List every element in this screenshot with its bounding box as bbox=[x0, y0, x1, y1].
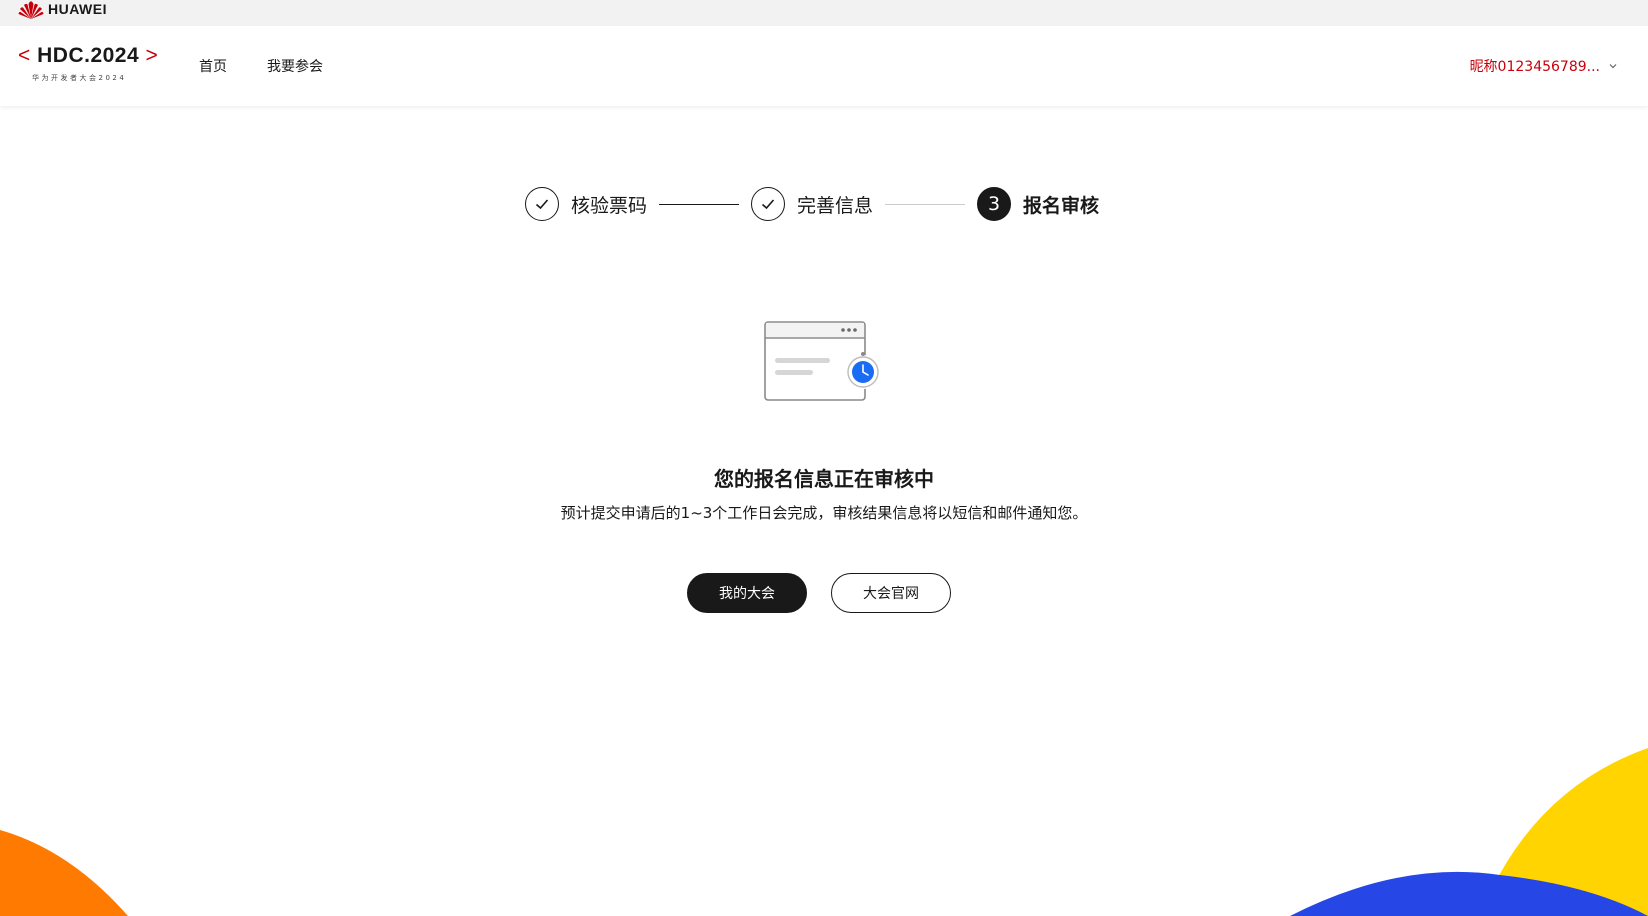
user-menu[interactable]: 昵称0123456789... bbox=[1470, 56, 1618, 76]
progress-steps: 核验票码 完善信息 3 报名审核 bbox=[525, 186, 1099, 222]
user-nickname: 昵称0123456789... bbox=[1469, 59, 1600, 75]
step-number-badge: 3 bbox=[977, 187, 1012, 221]
step-complete-info: 完善信息 bbox=[751, 187, 873, 221]
hdc-logo-subtitle: 华为开发者大会2024 bbox=[32, 74, 127, 82]
action-buttons: 我的大会 大会官网 bbox=[687, 573, 951, 613]
step-review: 3 报名审核 bbox=[977, 187, 1099, 221]
status-description: 预计提交申请后的1~3个工作日会完成，审核结果信息将以短信和邮件通知您。 bbox=[560, 504, 1088, 522]
huawei-logo-icon[interactable] bbox=[18, 0, 44, 20]
decorative-background-shapes bbox=[0, 748, 1648, 916]
hdc-logo-title: < HDC.2024 > bbox=[18, 44, 159, 67]
check-icon bbox=[751, 187, 786, 221]
main-nav: 首页 我要参会 bbox=[199, 56, 323, 76]
nav-attend-link[interactable]: 我要参会 bbox=[267, 56, 323, 76]
step-connector bbox=[885, 203, 966, 205]
review-pending-illustration-icon bbox=[764, 321, 880, 401]
my-conference-button[interactable]: 我的大会 bbox=[687, 573, 807, 613]
status-title: 您的报名信息正在审核中 bbox=[714, 467, 934, 491]
conference-website-button[interactable]: 大会官网 bbox=[831, 573, 951, 613]
huawei-brand-text[interactable]: HUAWEI bbox=[48, 1, 107, 17]
blue-corner-shape bbox=[1290, 871, 1648, 916]
orange-corner-shape bbox=[0, 830, 128, 916]
site-header: < HDC.2024 > 华为开发者大会2024 首页 我要参会 昵称01234… bbox=[0, 26, 1648, 106]
nav-home-link[interactable]: 首页 bbox=[199, 56, 227, 76]
top-brand-bar: HUAWEI bbox=[0, 0, 1648, 26]
step-connector bbox=[659, 203, 740, 205]
chevron-down-icon bbox=[1609, 64, 1617, 69]
step-label: 报名审核 bbox=[1023, 194, 1100, 217]
step-label: 核验票码 bbox=[571, 194, 648, 217]
check-icon bbox=[525, 187, 559, 221]
hdc-logo[interactable]: < HDC.2024 > 华为开发者大会2024 bbox=[18, 44, 158, 88]
step-label: 完善信息 bbox=[797, 194, 874, 217]
step-verify-ticket: 核验票码 bbox=[525, 187, 647, 221]
yellow-corner-shape bbox=[1480, 748, 1648, 916]
